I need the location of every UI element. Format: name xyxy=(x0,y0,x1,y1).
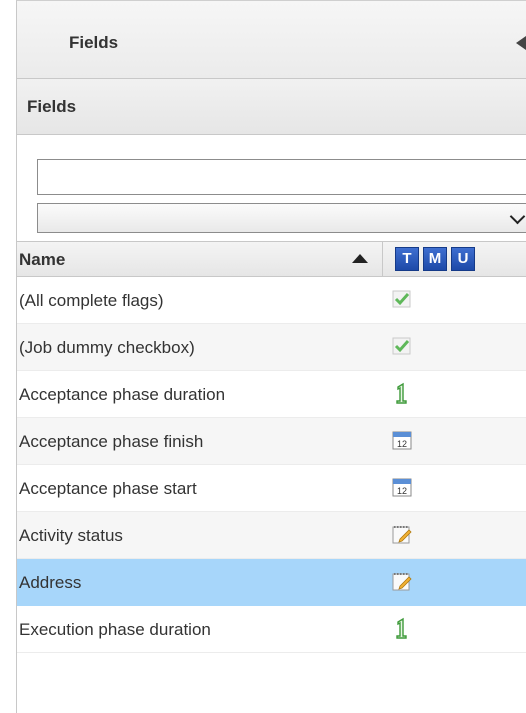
search-input[interactable] xyxy=(37,159,526,195)
calendar-12-icon: 12 xyxy=(392,478,412,497)
list-item[interactable]: Activity status xyxy=(17,512,526,559)
field-name: (All complete flags) xyxy=(19,291,164,310)
field-name: (Job dummy checkbox) xyxy=(19,338,195,357)
calendar-day-text: 12 xyxy=(397,439,407,449)
field-name: Acceptance phase duration xyxy=(19,385,226,404)
section-header: Fields xyxy=(17,79,526,135)
column-header: Name T M U xyxy=(17,241,526,277)
type-m-button[interactable]: M xyxy=(423,247,447,271)
list-item-selected[interactable]: Address xyxy=(17,559,526,606)
list-item[interactable]: (All complete flags) xyxy=(17,277,526,324)
section-title: Fields xyxy=(27,97,77,116)
field-name: Activity status xyxy=(19,526,123,545)
type-t-button[interactable]: T xyxy=(395,247,419,271)
field-name: Acceptance phase start xyxy=(19,479,197,498)
chevron-down-icon[interactable] xyxy=(509,208,526,225)
number-one-icon xyxy=(396,617,407,639)
calendar-day-text: 12 xyxy=(397,486,407,496)
field-name: Address xyxy=(19,573,82,592)
number-one-icon xyxy=(396,382,407,404)
field-name: Execution phase duration xyxy=(19,620,211,639)
name-column-header[interactable]: Name xyxy=(17,242,383,276)
fields-tab-title: Fields xyxy=(69,33,119,52)
type-filter-badges: T M U xyxy=(395,247,475,271)
sort-ascending-icon[interactable] xyxy=(352,254,368,263)
checkbox-check-icon xyxy=(392,337,411,355)
filter-area xyxy=(17,135,526,241)
fields-panel: Fields Fields Name T M U (All complete f… xyxy=(16,0,526,713)
list-item[interactable]: Execution phase duration xyxy=(17,606,526,653)
name-column-label: Name xyxy=(19,250,66,269)
field-list: (All complete flags) (Job dummy checkbox… xyxy=(17,277,526,653)
notepad-pencil-icon xyxy=(392,526,412,544)
field-filter-dropdown[interactable] xyxy=(37,203,526,233)
collapse-left-icon[interactable] xyxy=(516,36,526,50)
list-item[interactable]: (Job dummy checkbox) xyxy=(17,324,526,371)
notepad-pencil-icon xyxy=(392,573,412,591)
list-item[interactable]: Acceptance phase duration xyxy=(17,371,526,418)
calendar-12-icon: 12 xyxy=(392,431,412,450)
list-item[interactable]: Acceptance phase finish 12 xyxy=(17,418,526,465)
list-item[interactable]: Acceptance phase start 12 xyxy=(17,465,526,512)
checkbox-check-icon xyxy=(392,290,411,308)
type-u-button[interactable]: U xyxy=(451,247,475,271)
fields-tab[interactable]: Fields xyxy=(17,1,526,79)
field-name: Acceptance phase finish xyxy=(19,432,204,451)
